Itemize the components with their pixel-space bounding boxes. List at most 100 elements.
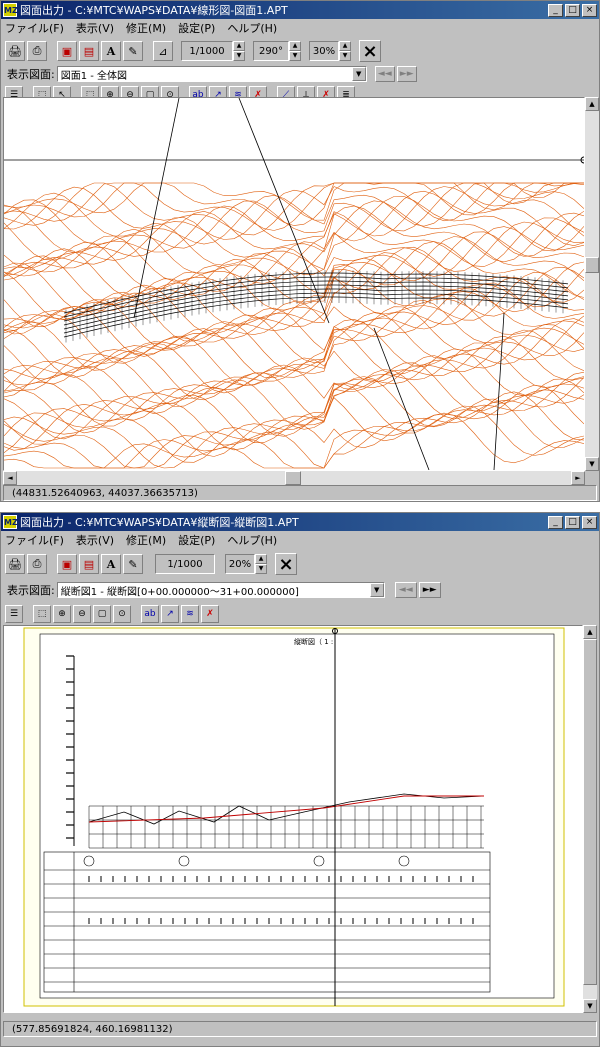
print-preview-icon[interactable]: 🖨	[5, 41, 25, 61]
prev-drawing-button[interactable]: ◄◄	[374, 66, 395, 82]
plan-status-coords: (44831.52640963, 44037.36635713)	[3, 485, 597, 501]
menu-settings[interactable]: 設定(P)	[178, 20, 215, 36]
rotate-icon[interactable]: ✎	[123, 554, 143, 574]
profile-window: MZ 図面出力 - C:¥MTC¥WAPS¥DATA¥縦断図-縦断図1.APT …	[0, 512, 600, 1047]
scroll-left-icon[interactable]: ◄	[3, 471, 17, 485]
paste-drawing-icon[interactable]: ▤	[79, 554, 99, 574]
contour-line	[4, 196, 584, 270]
print-icon[interactable]: ⎙	[27, 554, 47, 574]
contour-line	[4, 221, 584, 290]
menu-file[interactable]: ファイル(F)	[5, 20, 64, 36]
contour-line	[4, 205, 584, 280]
zoom-field[interactable]: 20%	[225, 554, 255, 574]
scroll-down-icon[interactable]: ▼	[585, 457, 599, 471]
display-select[interactable]: 図面1 - 全体図 ▼	[56, 66, 367, 82]
rotate-icon[interactable]: ✎	[123, 41, 143, 61]
text-icon[interactable]: A	[101, 41, 121, 61]
zoom-spinner[interactable]: ▲ ▼	[255, 554, 267, 574]
plan-menubar: ファイル(F) 表示(V) 修正(M) 設定(P) ヘルプ(H)	[1, 19, 599, 37]
copy-drawing-icon[interactable]: ▣	[57, 554, 77, 574]
maximize-icon[interactable]: □	[565, 515, 580, 529]
contour-line	[4, 182, 584, 226]
close-x-button[interactable]: ×	[275, 553, 297, 575]
menu-edit[interactable]: 修正(M)	[126, 532, 166, 548]
move-label-icon[interactable]: ↗	[161, 605, 179, 623]
menu-edit[interactable]: 修正(M)	[126, 20, 166, 36]
plan-hscroll[interactable]: ◄ ►	[3, 471, 585, 485]
display-select-value: 図面1 - 全体図	[60, 70, 128, 82]
layout-icon[interactable]: ⊿	[153, 41, 173, 61]
plan-window-title: 図面出力 - C:¥MTC¥WAPS¥DATA¥線形図-図面1.APT	[20, 4, 288, 17]
vscroll-thumb[interactable]	[583, 639, 597, 985]
label-icon[interactable]: ab	[141, 605, 159, 623]
angle-spinner[interactable]: ▲ ▼	[289, 41, 301, 61]
delete-label-icon[interactable]: ✗	[201, 605, 219, 623]
copy-drawing-icon[interactable]: ▣	[57, 41, 77, 61]
plan-canvas[interactable]	[3, 97, 585, 471]
scroll-down-icon[interactable]: ▼	[583, 999, 597, 1013]
list-icon[interactable]: ☰	[5, 605, 23, 623]
display-select[interactable]: 縦断図1 - 縦断図[0+00.000000～31+00.000000] ▼	[56, 582, 385, 598]
contour-line	[4, 342, 584, 427]
contour-line	[4, 226, 584, 298]
scale-spinner[interactable]: ▲ ▼	[233, 41, 245, 61]
profile-titlebar[interactable]: MZ 図面出力 - C:¥MTC¥WAPS¥DATA¥縦断図-縦断図1.APT …	[1, 513, 599, 531]
scroll-up-icon[interactable]: ▲	[585, 97, 599, 111]
minimize-icon[interactable]: _	[548, 3, 563, 17]
drawing-title: 縦断図（ 1 :	[294, 637, 333, 646]
scroll-up-icon[interactable]: ▲	[583, 625, 597, 639]
maximize-icon[interactable]: □	[565, 3, 580, 17]
contour-line	[4, 405, 584, 469]
close-icon[interactable]: ×	[582, 515, 597, 529]
profile-window-title: 図面出力 - C:¥MTC¥WAPS¥DATA¥縦断図-縦断図1.APT	[20, 516, 299, 529]
contour-line	[4, 312, 584, 398]
menu-view[interactable]: 表示(V)	[76, 20, 114, 36]
paste-drawing-icon[interactable]: ▤	[79, 41, 99, 61]
profile-menubar: ファイル(F) 表示(V) 修正(M) 設定(P) ヘルプ(H)	[1, 531, 599, 549]
scale-field[interactable]: 1/1000	[181, 41, 233, 61]
contour-line	[4, 186, 584, 253]
next-drawing-button[interactable]: ►►	[418, 582, 441, 598]
print-preview-icon[interactable]: 🖨	[5, 554, 25, 574]
plan-vscroll[interactable]: ▲ ▼	[585, 97, 599, 471]
edit-label-icon[interactable]: ≋	[181, 605, 199, 623]
scale-field[interactable]: 1/1000	[155, 554, 215, 574]
close-icon[interactable]: ×	[582, 3, 597, 17]
menu-help[interactable]: ヘルプ(H)	[227, 532, 277, 548]
leader-line-3	[373, 327, 430, 470]
next-drawing-button[interactable]: ►►	[396, 66, 417, 82]
minimize-icon[interactable]: _	[548, 515, 563, 529]
text-icon[interactable]: A	[101, 554, 121, 574]
zoom-in-icon[interactable]: ⊕	[53, 605, 71, 623]
contour-line	[4, 182, 584, 249]
contour-line	[4, 335, 584, 421]
app-icon: MZ	[3, 515, 18, 529]
zoom-field[interactable]: 30%	[309, 41, 339, 61]
chevron-down-icon[interactable]: ▼	[351, 67, 366, 81]
select-area-icon[interactable]: ⬚	[33, 605, 51, 623]
print-icon[interactable]: ⎙	[27, 41, 47, 61]
vscroll-thumb[interactable]	[585, 257, 599, 273]
close-x-button[interactable]: ×	[359, 40, 381, 62]
menu-settings[interactable]: 設定(P)	[178, 532, 215, 548]
profile-display-row: 表示図面: 縦断図1 - 縦断図[0+00.000000～31+00.00000…	[1, 579, 599, 601]
hscroll-thumb[interactable]	[285, 471, 301, 485]
leader-line-4	[493, 312, 505, 470]
menu-file[interactable]: ファイル(F)	[5, 532, 64, 548]
plan-titlebar[interactable]: MZ 図面出力 - C:¥MTC¥WAPS¥DATA¥線形図-図面1.APT _…	[1, 1, 599, 19]
chevron-down-icon[interactable]: ▼	[369, 583, 384, 597]
zoom-fit-icon[interactable]: ▢	[93, 605, 111, 623]
profile-vscroll[interactable]: ▲ ▼	[583, 625, 597, 1013]
zoom-spinner[interactable]: ▲ ▼	[339, 41, 351, 61]
menu-help[interactable]: ヘルプ(H)	[227, 20, 277, 36]
prev-drawing-button[interactable]: ◄◄	[394, 582, 417, 598]
scroll-right-icon[interactable]: ►	[571, 471, 585, 485]
angle-field[interactable]: 290°	[253, 41, 289, 61]
plan-toolbar-main: 🖨 ⎙ ▣ ▤ A ✎ ⊿ 1/1000 ▲ ▼ 290° ▲ ▼ 30% ▲ ▼ ×	[1, 37, 599, 65]
menu-view[interactable]: 表示(V)	[76, 532, 114, 548]
profile-canvas[interactable]: 縦断図（ 1 :	[3, 625, 583, 1013]
zoom-out-icon[interactable]: ⊖	[73, 605, 91, 623]
plan-display-row: 表示図面: 図面1 - 全体図 ▼ ◄◄ ►►	[1, 65, 599, 83]
road-alignment	[63, 270, 569, 343]
zoom-reset-icon[interactable]: ⊙	[113, 605, 131, 623]
